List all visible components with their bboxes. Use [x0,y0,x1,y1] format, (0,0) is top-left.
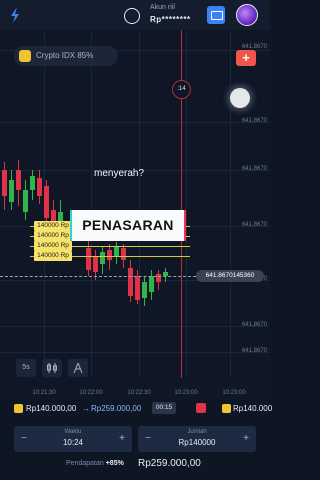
add-chart-button[interactable]: + [236,50,256,66]
time-stepper[interactable]: Waktu 10:24 − + [14,426,132,452]
candle [121,248,126,260]
amount-decrease-button[interactable]: − [145,433,151,444]
indicator-dot [230,88,250,108]
avatar[interactable] [236,4,258,26]
candle [16,170,21,190]
account-balance: Rp******** [150,15,191,24]
ticker-arrow: → [82,404,90,413]
time-axis-label: 10:21:30 [32,390,56,396]
app-logo [11,7,19,23]
coin-icon [222,404,231,413]
ticker-timer: 00:15 [152,402,176,414]
time-decrease-button[interactable]: − [21,433,27,444]
ticker-investment: Rp140.000,00 [26,404,77,413]
candle [9,180,14,202]
trade-amount-tag[interactable]: 140000 Rp [34,231,72,241]
amount-value[interactable]: Rp140000 [138,438,256,447]
payout-percent: +85% [105,460,124,467]
time-label: Waktu [64,429,82,435]
current-price-line [0,276,196,277]
trade-ticker: Rp140.000,00 → Rp259.000,00 00:15 Rp140.… [0,400,273,416]
price-axis-label: 641,8670 [241,118,267,124]
candles-icon [47,363,57,373]
price-axis-label: 641,8670 [241,166,267,172]
amount-increase-button[interactable]: + [243,433,249,444]
time-value[interactable]: 10:24 [14,438,132,447]
trade-amount-tag[interactable]: 140000 Rp [34,241,72,251]
time-axis-label: 10:22:30 [127,390,151,396]
expiry-countdown: :14 [172,80,191,99]
price-axis-label: 641,8670 [241,348,267,354]
asset-selector[interactable]: Crypto IDX 85% [14,46,118,66]
candle [23,190,28,212]
price-axis-label: 641,8670 [241,322,267,328]
amount-stepper[interactable]: Jumlah Rp140000 − + [138,426,256,452]
candle [86,248,91,270]
payout-label: Pendapatan [66,460,104,467]
time-axis-label: 10:23:00 [222,390,246,396]
candle [142,282,147,298]
crypto-icon [19,50,31,62]
price-axis-label: 641,8670 [241,222,267,228]
candle [128,268,133,296]
trade-panel: Waktu 10:24 − + Jumlah Rp140000 − + Pend… [0,416,270,480]
ticker-payout: Rp259.000,00 [91,404,142,413]
candle [30,176,35,190]
asset-name: Crypto IDX 85% [36,51,94,60]
overlay-banner: PENASARAN [72,210,184,241]
grid-line [91,30,92,378]
candle [107,250,112,260]
candle [135,276,140,300]
time-axis-label: 10:23:00 [174,390,198,396]
candle [114,246,119,256]
coin-icon [14,404,23,413]
trade-amount-tag[interactable]: 140000 Rp [34,221,72,231]
candle [2,170,7,196]
drawing-tools-button[interactable] [68,359,88,377]
time-axis-label: 10:22:00 [79,390,103,396]
amount-label: Jumlah [187,429,207,435]
price-chart[interactable]: 641,8670 641,8670 641,8670 641,8670 641,… [0,30,270,400]
overlay-banner-text: PENASARAN [82,217,174,233]
loss-icon [196,403,206,413]
candle [149,276,154,292]
grid-line [230,30,231,378]
candle [44,186,49,218]
top-bar: Akun riil Rp******** [0,0,270,30]
deposit-button[interactable] [207,6,225,24]
ticker-next-investment: Rp140.000 [233,404,273,413]
payout-label-row: Pendapatan +85% [66,460,124,467]
compass-icon [73,362,83,374]
trade-amount-tag[interactable]: 140000 Rp [34,251,72,261]
candle-type-button[interactable] [42,359,62,377]
candle [37,178,42,196]
current-price-tag: 641.8670145360 [196,270,264,282]
candle [93,256,98,272]
candle [100,252,105,264]
overlay-caption: menyerah? [94,168,145,179]
timeframe-button[interactable]: 5s [16,359,36,377]
time-increase-button[interactable]: + [119,433,125,444]
wallet-icon[interactable] [124,8,140,24]
account-type-label[interactable]: Akun riil [150,4,175,11]
grid-line [139,30,140,378]
payout-value: Rp259.000,00 [138,458,201,469]
